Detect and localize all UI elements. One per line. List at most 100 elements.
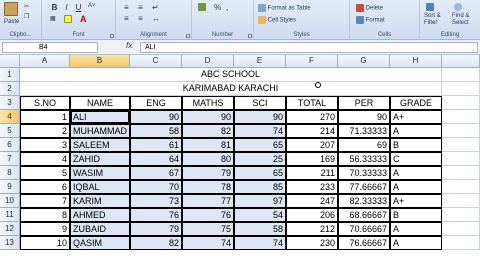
row-header-5[interactable]: 5	[0, 124, 20, 138]
sort-filter-button[interactable]	[426, 3, 434, 11]
table-cell[interactable]: 61	[130, 138, 182, 152]
table-cell[interactable]: 70.66667	[338, 222, 390, 236]
name-box[interactable]: B4	[2, 42, 98, 53]
table-cell[interactable]: 82.33333	[338, 194, 390, 208]
table-cell[interactable]: AHMED	[70, 208, 130, 222]
align-middle-icon[interactable]: ≡	[138, 3, 143, 12]
table-cell[interactable]: 214	[286, 124, 338, 138]
table-cell[interactable]: 90	[234, 110, 286, 124]
table-cell[interactable]: 79	[182, 166, 234, 180]
row-header-4[interactable]: 4	[0, 110, 20, 124]
table-cell[interactable]: 8	[20, 208, 70, 222]
table-cell[interactable]: 90	[130, 110, 182, 124]
copy-icon[interactable]: ❐	[24, 13, 29, 20]
format-as-table-button[interactable]: Format as Table	[258, 4, 311, 12]
row-header-13[interactable]: 13	[0, 236, 20, 250]
table-cell[interactable]: ALI	[70, 110, 130, 124]
table-cell[interactable]: 67	[130, 166, 182, 180]
paste-button[interactable]	[4, 2, 18, 16]
table-cell[interactable]: A	[390, 124, 442, 138]
empty-cell[interactable]	[442, 236, 480, 250]
table-cell[interactable]: 9	[20, 222, 70, 236]
select-all-corner[interactable]	[0, 55, 20, 68]
sheet-title[interactable]: ABC SCHOOL	[20, 68, 442, 82]
wrap-text-icon[interactable]: ↵	[152, 3, 159, 12]
row-header-10[interactable]: 10	[0, 194, 20, 208]
column-label-eng[interactable]: ENG	[130, 96, 182, 110]
empty-cell[interactable]	[442, 194, 480, 208]
table-cell[interactable]: A	[390, 166, 442, 180]
column-label-maths[interactable]: MATHS	[182, 96, 234, 110]
table-cell[interactable]: 2	[20, 124, 70, 138]
row-header-9[interactable]: 9	[0, 180, 20, 194]
empty-cell[interactable]	[442, 124, 480, 138]
table-cell[interactable]: ZAHID	[70, 152, 130, 166]
merge-center-icon[interactable]: ↔	[152, 14, 160, 23]
table-cell[interactable]: 65	[234, 138, 286, 152]
formula-input[interactable]: ALI	[140, 42, 478, 53]
borders-icon[interactable]: ▦	[50, 15, 56, 22]
table-cell[interactable]: 69	[338, 138, 390, 152]
row-header-12[interactable]: 12	[0, 222, 20, 236]
table-cell[interactable]: C	[390, 152, 442, 166]
empty-cell[interactable]	[442, 208, 480, 222]
table-cell[interactable]: 74	[182, 236, 234, 250]
table-cell[interactable]: 169	[286, 152, 338, 166]
table-cell[interactable]: 74	[234, 236, 286, 250]
table-cell[interactable]: 10	[20, 236, 70, 250]
column-header-f[interactable]: F	[286, 55, 338, 68]
number-launcher-icon[interactable]	[248, 34, 252, 38]
table-cell[interactable]: B	[390, 208, 442, 222]
table-cell[interactable]: 76	[130, 208, 182, 222]
empty-cell[interactable]	[442, 222, 480, 236]
table-cell[interactable]: A	[390, 222, 442, 236]
italic-button[interactable]: I	[62, 3, 71, 12]
empty-cell[interactable]	[442, 152, 480, 166]
table-cell[interactable]: 90	[182, 110, 234, 124]
table-cell[interactable]: 247	[286, 194, 338, 208]
table-cell[interactable]: 79	[130, 222, 182, 236]
fx-icon[interactable]: fx	[126, 41, 132, 50]
table-cell[interactable]: A	[390, 236, 442, 250]
empty-cell[interactable]	[442, 68, 480, 82]
cell-styles-button[interactable]: Cell Styles	[258, 16, 296, 24]
column-label-grade[interactable]: GRADE	[390, 96, 442, 110]
worksheet-grid[interactable]: A B C D E F G H 1 2 3 4 5 6 7 8 9 10 11 12 13 ABC SCHOOL KARIM…	[0, 55, 480, 270]
column-header-g[interactable]: G	[338, 55, 390, 68]
empty-cell[interactable]	[442, 166, 480, 180]
column-label-total[interactable]: TOTAL	[286, 96, 338, 110]
column-label-name[interactable]: NAME	[70, 96, 130, 110]
table-cell[interactable]: ZUBAID	[70, 222, 130, 236]
sheet-subtitle[interactable]: KARIMABAD KARACHI	[20, 82, 442, 96]
table-cell[interactable]: 270	[286, 110, 338, 124]
table-cell[interactable]: 90	[338, 110, 390, 124]
table-cell[interactable]: 212	[286, 222, 338, 236]
table-cell[interactable]: 85	[234, 180, 286, 194]
table-cell[interactable]: 5	[20, 166, 70, 180]
table-cell[interactable]: 4	[20, 152, 70, 166]
column-label-sci[interactable]: SCI	[234, 96, 286, 110]
table-cell[interactable]: 70.33333	[338, 166, 390, 180]
font-launcher-icon[interactable]	[110, 34, 114, 38]
table-cell[interactable]: 56.33333	[338, 152, 390, 166]
table-cell[interactable]: 211	[286, 166, 338, 180]
row-header-2[interactable]: 2	[0, 82, 20, 96]
table-cell[interactable]: 74	[234, 124, 286, 138]
table-cell[interactable]: 206	[286, 208, 338, 222]
table-cell[interactable]: 78	[182, 180, 234, 194]
align-top-icon[interactable]: ≡	[124, 3, 129, 12]
empty-cell[interactable]	[442, 110, 480, 124]
underline-button[interactable]: U	[74, 3, 83, 12]
table-cell[interactable]: 54	[234, 208, 286, 222]
empty-cell[interactable]	[442, 82, 480, 96]
column-header-h[interactable]: H	[390, 55, 442, 68]
table-cell[interactable]: 80	[182, 152, 234, 166]
row-header-11[interactable]: 11	[0, 208, 20, 222]
table-cell[interactable]: 71.33333	[338, 124, 390, 138]
table-cell[interactable]: 68.66667	[338, 208, 390, 222]
table-cell[interactable]: 77.66667	[338, 180, 390, 194]
table-cell[interactable]: A	[390, 180, 442, 194]
alignment-launcher-icon[interactable]	[186, 34, 190, 38]
table-cell[interactable]: MUHAMMAD	[70, 124, 130, 138]
table-cell[interactable]: 25	[234, 152, 286, 166]
